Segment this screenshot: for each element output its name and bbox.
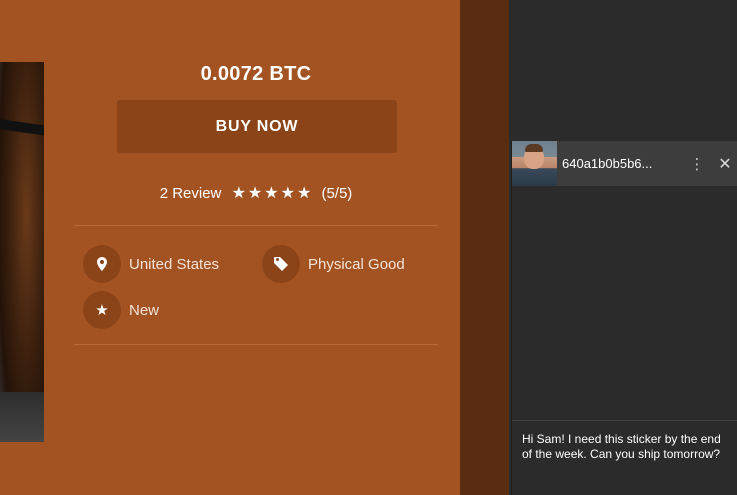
more-options-icon[interactable]: ⋮ bbox=[686, 155, 708, 173]
attribute-condition: ★ New bbox=[83, 291, 159, 329]
attribute-location: United States bbox=[83, 245, 219, 283]
chat-contact-name[interactable]: 640a1b0b5b6... bbox=[562, 156, 680, 171]
avatar[interactable] bbox=[512, 141, 557, 186]
rating-score: (5/5) bbox=[321, 185, 353, 202]
chat-window: 640a1b0b5b6... ⋮ ✕ Hi Sam! I need this s… bbox=[511, 141, 737, 495]
star-icon: ★ bbox=[83, 291, 121, 329]
condition-label: New bbox=[129, 301, 160, 319]
rating-stars-icon: ★★★★★ bbox=[231, 185, 314, 202]
chat-header[interactable]: 640a1b0b5b6... ⋮ ✕ bbox=[512, 141, 737, 186]
tag-icon bbox=[262, 245, 300, 283]
buy-now-button[interactable]: BUY NOW bbox=[117, 100, 397, 153]
close-icon[interactable]: ✕ bbox=[714, 154, 736, 174]
panel-divider bbox=[460, 0, 509, 495]
attribute-type: Physical Good bbox=[262, 245, 405, 283]
chat-message-input[interactable]: Hi Sam! I need this sticker by the end o… bbox=[512, 420, 737, 495]
map-pin-icon bbox=[83, 245, 121, 283]
location-label: United States bbox=[129, 255, 220, 273]
product-panel: 0.0072 BTC BUY NOW 2 Review ★★★★★ (5/5) … bbox=[0, 0, 460, 495]
reviews-summary[interactable]: 2 Review ★★★★★ (5/5) bbox=[74, 183, 438, 203]
product-price: 0.0072 BTC bbox=[200, 63, 312, 85]
product-image[interactable] bbox=[0, 62, 44, 442]
divider bbox=[74, 225, 438, 226]
type-label: Physical Good bbox=[308, 255, 405, 273]
app-stage: 0.0072 BTC BUY NOW 2 Review ★★★★★ (5/5) … bbox=[0, 0, 737, 495]
review-count: 2 Review bbox=[159, 185, 222, 202]
chat-messages[interactable] bbox=[512, 186, 737, 420]
divider bbox=[74, 344, 438, 345]
